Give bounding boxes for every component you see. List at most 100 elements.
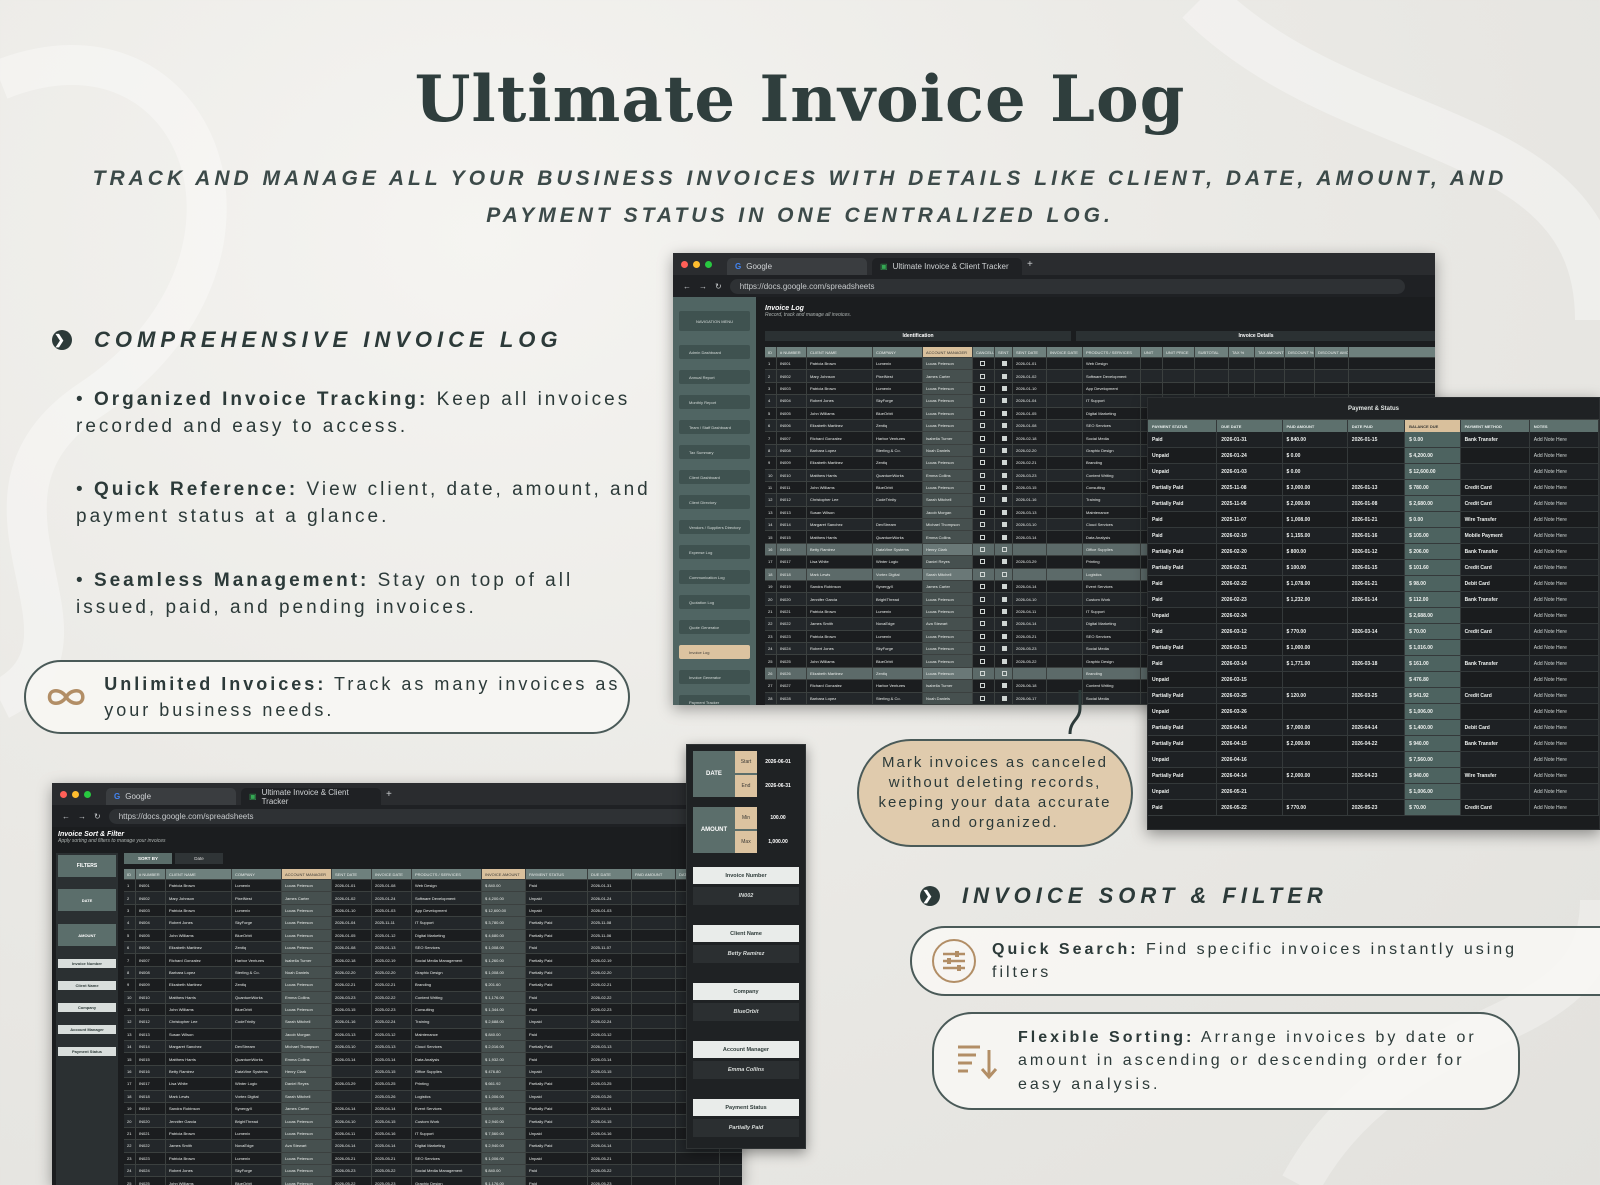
checkbox[interactable] bbox=[980, 423, 985, 429]
table-row[interactable]: 7 IN007 Richard Gonzalez Harbor Ventures Isa… bbox=[124, 954, 742, 967]
payment-status-select[interactable]: Paid bbox=[1148, 512, 1218, 527]
table-row[interactable]: Partially Paid 2026-03-25 $ 120.00 2026-03-… bbox=[1148, 688, 1599, 704]
table-cell[interactable]: Credit Card bbox=[1461, 688, 1530, 703]
checkbox[interactable] bbox=[1002, 385, 1007, 391]
side-filter-client-name[interactable]: Client Name bbox=[58, 981, 116, 990]
sidebar-item-annual-report[interactable]: Annual Report bbox=[679, 370, 750, 384]
browser-tab-google[interactable]: G Google bbox=[106, 788, 236, 805]
checkbox[interactable] bbox=[980, 646, 985, 652]
table-cell[interactable]: Debit Card bbox=[1461, 720, 1530, 735]
payment-status-select[interactable]: Partially Paid bbox=[1148, 480, 1218, 495]
checkbox[interactable] bbox=[1002, 534, 1007, 540]
table-row[interactable]: Partially Paid 2026-04-14 $ 7,000.00 2026-0… bbox=[1148, 720, 1599, 736]
checkbox[interactable] bbox=[980, 534, 985, 540]
browser-tab-tracker[interactable]: ▣ Ultimate Invoice & Client Tracker bbox=[872, 258, 1022, 275]
payment-status-select[interactable]: Unpaid bbox=[1148, 784, 1218, 799]
checkbox[interactable] bbox=[1002, 361, 1007, 367]
back-icon[interactable]: ← bbox=[683, 282, 691, 291]
checkbox[interactable] bbox=[980, 385, 985, 391]
sort-by-select[interactable]: Date bbox=[175, 853, 223, 864]
max-amount-input[interactable]: 1,000.00 bbox=[757, 831, 799, 853]
checkbox[interactable] bbox=[980, 609, 985, 614]
payment-status-select[interactable]: Partially Paid bbox=[1148, 768, 1218, 783]
sidebar-item-monthly-report[interactable]: Monthly Report bbox=[679, 395, 750, 409]
table-row[interactable]: 19 IN019 Sandra Robinson SynergyX James Cart… bbox=[124, 1103, 742, 1116]
table-row[interactable]: 17 IN017 Lisa White Winter Logic Daniel Reye… bbox=[124, 1078, 742, 1091]
checkbox[interactable] bbox=[1002, 435, 1007, 441]
sidebar-item-tax-summary[interactable]: Tax Summary bbox=[679, 445, 750, 459]
table-row[interactable]: Unpaid 2026-03-15 $ 476.80 Add Note Here bbox=[1148, 672, 1599, 688]
checkbox[interactable] bbox=[1002, 472, 1007, 478]
checkbox[interactable] bbox=[1002, 609, 1007, 614]
sidebar-item-payment-tracker[interactable]: Payment Tracker bbox=[679, 695, 750, 705]
table-row[interactable]: Unpaid 2026-01-24 $ 0.00 $ 4,200.00 Add Note… bbox=[1148, 448, 1599, 464]
table-row[interactable]: Unpaid 2026-05-21 $ 1,006.00 Add Note Here bbox=[1148, 784, 1599, 800]
table-cell[interactable]: Bank Transfer bbox=[1461, 656, 1530, 671]
table-cell[interactable] bbox=[1461, 448, 1530, 463]
payment-status-select[interactable]: Paid bbox=[1148, 432, 1218, 447]
table-row[interactable]: Unpaid 2026-03-26 $ 1,006.00 Add Note Here bbox=[1148, 704, 1599, 720]
checkbox[interactable] bbox=[1002, 398, 1007, 404]
payment-status-select[interactable]: Unpaid bbox=[1148, 608, 1218, 623]
table-row[interactable]: Paid 2026-02-19 $ 1,155.00 2026-01-16 $ 105.… bbox=[1148, 528, 1599, 544]
checkbox[interactable] bbox=[980, 559, 985, 565]
table-row[interactable]: 20 IN020 Jennifer Garcia BrightThread Lucas … bbox=[124, 1115, 742, 1128]
checkbox[interactable] bbox=[1002, 596, 1007, 602]
table-row[interactable]: 10 IN010 Matthew Harris QuantumWorks Emma Co… bbox=[124, 991, 742, 1004]
table-row[interactable]: 22 IN022 James Smith NovaEdge Ava Stewart 202… bbox=[124, 1140, 742, 1153]
table-row[interactable]: 14 IN014 Margaret Sanchez DevStream Michael … bbox=[124, 1041, 742, 1054]
table-cell[interactable] bbox=[1461, 752, 1530, 767]
table-row[interactable]: 23 IN023 Patricia Brown Lumenix Lucas Peters… bbox=[124, 1152, 742, 1165]
table-row[interactable]: 13 IN013 Susan Wilson Jacob Morgan 2026-03-1… bbox=[124, 1028, 742, 1042]
payment-status-select[interactable]: Partially Paid bbox=[1148, 688, 1218, 703]
checkbox[interactable] bbox=[980, 670, 985, 676]
payment-status-select[interactable]: Paid bbox=[1148, 528, 1218, 543]
checkbox[interactable] bbox=[980, 435, 985, 441]
table-cell[interactable]: Bank Transfer bbox=[1461, 432, 1530, 447]
filter-field-select[interactable]: BlueOrbit bbox=[693, 1003, 799, 1021]
checkbox[interactable] bbox=[980, 621, 985, 627]
checkbox[interactable] bbox=[980, 373, 985, 379]
table-row[interactable]: Partially Paid 2025-11-08 $ 3,000.00 2026-0… bbox=[1148, 480, 1599, 496]
table-cell[interactable]: Debit Card bbox=[1461, 576, 1530, 591]
checkbox[interactable] bbox=[1002, 559, 1007, 565]
url-field[interactable]: https://docs.google.com/spreadsheets bbox=[108, 808, 712, 824]
payment-status-select[interactable]: Unpaid bbox=[1148, 704, 1218, 719]
table-row[interactable]: 3 IN003 Patricia Brown Lumenix Lucas Peterso… bbox=[124, 904, 742, 918]
checkbox[interactable] bbox=[980, 695, 985, 701]
table-row[interactable]: Paid 2026-03-12 $ 770.00 2026-03-14 $ 70.00 C… bbox=[1148, 624, 1599, 640]
payment-status-select[interactable]: Unpaid bbox=[1148, 464, 1218, 479]
table-row[interactable]: 1 IN001 Patricia Brown Lumenix Lucas Peterso… bbox=[765, 358, 1435, 371]
checkbox[interactable] bbox=[1002, 633, 1007, 639]
checkbox[interactable] bbox=[980, 658, 985, 664]
table-row[interactable]: Paid 2026-02-22 $ 1,078.00 2026-01-21 $ 98.0… bbox=[1148, 576, 1599, 592]
table-row[interactable]: Paid 2026-05-22 $ 770.00 2026-05-23 $ 70.00 C… bbox=[1148, 800, 1599, 816]
table-row[interactable]: Unpaid 2026-01-03 $ 0.00 $ 12,600.00 Add Not… bbox=[1148, 464, 1599, 480]
payment-status-select[interactable]: Partially Paid bbox=[1148, 544, 1218, 559]
checkbox[interactable] bbox=[1002, 460, 1007, 466]
payment-status-select[interactable]: Partially Paid bbox=[1148, 720, 1218, 735]
table-row[interactable]: Partially Paid 2025-11-06 $ 2,000.00 2026-0… bbox=[1148, 496, 1599, 512]
checkbox[interactable] bbox=[980, 472, 985, 478]
table-cell[interactable]: Credit Card bbox=[1461, 800, 1530, 815]
payment-status-select[interactable]: Paid bbox=[1148, 800, 1218, 815]
table-cell[interactable]: Credit Card bbox=[1461, 480, 1530, 495]
table-row[interactable]: 25 IN025 John Williams BlueOrbit Lucas Peter… bbox=[124, 1177, 742, 1185]
checkbox[interactable] bbox=[980, 596, 985, 602]
sidebar-item-navigation-menu[interactable]: NAVIGATION MENU bbox=[679, 311, 750, 331]
table-row[interactable]: Partially Paid 2026-02-21 $ 100.00 2026-01-… bbox=[1148, 560, 1599, 576]
checkbox[interactable] bbox=[980, 509, 985, 515]
checkbox[interactable] bbox=[980, 633, 985, 639]
browser-tab-google[interactable]: G Google bbox=[727, 258, 867, 275]
payment-status-select[interactable]: Unpaid bbox=[1148, 672, 1218, 687]
reload-icon[interactable]: ↻ bbox=[715, 282, 722, 291]
side-filter-invoice-number[interactable]: Invoice Number bbox=[58, 959, 116, 968]
table-row[interactable]: 21 IN021 Patricia Brown Lumenix Lucas Peters… bbox=[124, 1127, 742, 1141]
checkbox[interactable] bbox=[980, 485, 985, 491]
filter-field-select[interactable]: Partially Paid bbox=[693, 1119, 799, 1137]
checkbox[interactable] bbox=[980, 447, 985, 453]
sidebar-item-client-dashboard[interactable]: Client Dashboard bbox=[679, 470, 750, 484]
table-cell[interactable]: Bank Transfer bbox=[1461, 544, 1530, 559]
table-cell[interactable] bbox=[1461, 784, 1530, 799]
table-cell[interactable]: Wire Transfer bbox=[1461, 768, 1530, 783]
